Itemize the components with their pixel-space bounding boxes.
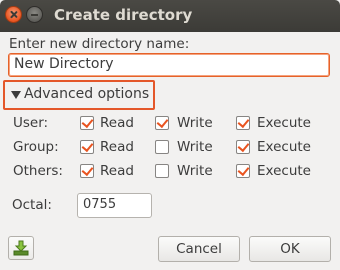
others-read-label[interactable]: Read <box>100 163 134 179</box>
user-execute-checkbox[interactable] <box>236 116 250 130</box>
window-title: Create directory <box>54 6 193 24</box>
user-label: User: <box>13 115 49 131</box>
advanced-options-expander[interactable]: Advanced options <box>24 86 149 102</box>
group-read-checkbox[interactable] <box>80 140 94 154</box>
download-button[interactable] <box>8 236 34 260</box>
user-read-checkbox[interactable] <box>80 116 94 130</box>
download-icon <box>13 240 29 256</box>
close-icon[interactable] <box>5 6 22 23</box>
group-execute-checkbox[interactable] <box>236 140 250 154</box>
octal-input[interactable]: 0755 <box>77 193 152 218</box>
ok-button[interactable]: OK <box>249 236 331 262</box>
expander-triangle-icon[interactable] <box>11 91 21 99</box>
user-write-label[interactable]: Write <box>177 115 213 131</box>
group-execute-label[interactable]: Execute <box>257 139 311 155</box>
group-write-checkbox[interactable] <box>155 140 169 154</box>
others-execute-label[interactable]: Execute <box>257 163 311 179</box>
octal-label: Octal: <box>12 197 52 213</box>
others-label: Others: <box>13 163 63 179</box>
others-write-checkbox[interactable] <box>155 164 169 178</box>
group-write-label[interactable]: Write <box>177 139 213 155</box>
cancel-button[interactable]: Cancel <box>158 236 240 262</box>
user-execute-label[interactable]: Execute <box>257 115 311 131</box>
user-read-label[interactable]: Read <box>100 115 134 131</box>
others-execute-checkbox[interactable] <box>236 164 250 178</box>
directory-name-label: Enter new directory name: <box>9 36 190 52</box>
others-read-checkbox[interactable] <box>80 164 94 178</box>
group-label: Group: <box>13 139 59 155</box>
title-bar: Create directory <box>0 0 340 32</box>
directory-name-input[interactable]: New Directory <box>8 53 330 77</box>
group-read-label[interactable]: Read <box>100 139 134 155</box>
others-write-label[interactable]: Write <box>177 163 213 179</box>
minimize-icon[interactable] <box>26 6 43 23</box>
user-write-checkbox[interactable] <box>155 116 169 130</box>
